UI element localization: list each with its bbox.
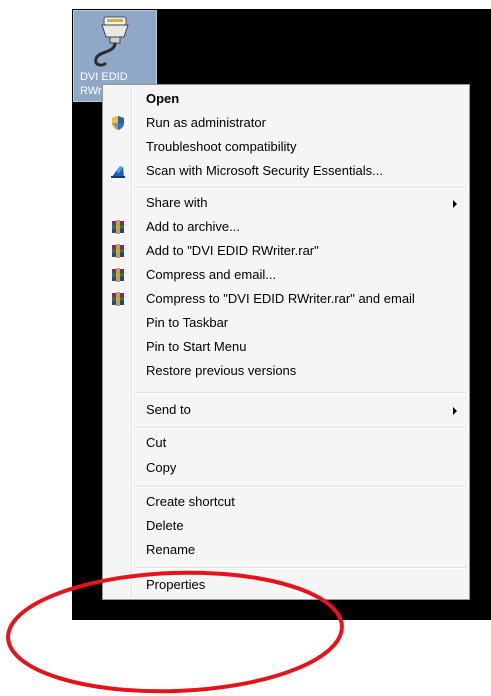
desktop-icon-label-line1: DVI EDID bbox=[80, 71, 128, 83]
menu-item-label: Cut bbox=[146, 435, 167, 450]
menu-item-label: Restore previous versions bbox=[146, 363, 297, 378]
menu-item-label: Add to archive... bbox=[146, 219, 240, 234]
menu-item-create-shortcut[interactable]: Create shortcut bbox=[105, 491, 467, 513]
menu-item-label: Pin to Taskbar bbox=[146, 315, 229, 330]
security-essentials-icon bbox=[111, 166, 125, 178]
context-menu: Open Run as administrator Troubleshoot c… bbox=[102, 84, 470, 600]
menu-item-troubleshoot-compatibility[interactable]: Troubleshoot compatibility bbox=[105, 136, 467, 158]
menu-item-pin-to-start-menu[interactable]: Pin to Start Menu bbox=[105, 336, 467, 358]
menu-separator bbox=[135, 187, 467, 189]
uac-shield-icon bbox=[112, 116, 124, 130]
menu-item-scan-security-essentials[interactable]: Scan with Microsoft Security Essentials.… bbox=[105, 160, 467, 182]
menu-item-delete[interactable]: Delete bbox=[105, 515, 467, 537]
menu-separator bbox=[135, 427, 467, 429]
menu-item-label: Properties bbox=[146, 577, 206, 592]
menu-item-label: Run as administrator bbox=[146, 115, 266, 130]
menu-item-cut[interactable]: Cut bbox=[105, 432, 467, 454]
menu-item-open[interactable]: Open bbox=[105, 88, 467, 110]
menu-item-label: Copy bbox=[146, 460, 177, 475]
menu-item-add-to-archive[interactable]: Add to archive... bbox=[105, 216, 467, 238]
menu-separator bbox=[135, 486, 467, 488]
menu-item-label: Scan with Microsoft Security Essentials.… bbox=[146, 163, 383, 178]
menu-item-properties[interactable]: Properties bbox=[105, 574, 467, 596]
menu-item-label: Troubleshoot compatibility bbox=[146, 139, 297, 154]
menu-item-restore-previous-versions[interactable]: Restore previous versions bbox=[105, 360, 467, 382]
menu-item-label: Rename bbox=[146, 542, 196, 557]
menu-item-share-with[interactable]: Share with bbox=[105, 192, 467, 214]
serial-cable-icon bbox=[94, 16, 129, 67]
menu-item-label: Open bbox=[146, 91, 180, 106]
winrar-icon bbox=[112, 220, 124, 234]
menu-separator bbox=[135, 567, 467, 569]
menu-item-add-to-rar[interactable]: Add to "DVI EDID RWriter.rar" bbox=[105, 240, 467, 262]
menu-item-compress-to-rar-and-email[interactable]: Compress to "DVI EDID RWriter.rar" and e… bbox=[105, 288, 467, 310]
winrar-icon bbox=[112, 292, 124, 306]
menu-item-rename[interactable]: Rename bbox=[105, 539, 467, 561]
submenu-arrow-icon bbox=[453, 407, 457, 415]
menu-item-label: Pin to Start Menu bbox=[146, 339, 247, 354]
menu-separator bbox=[135, 392, 467, 394]
menu-item-compress-and-email[interactable]: Compress and email... bbox=[105, 264, 467, 286]
menu-item-label: Share with bbox=[146, 195, 208, 210]
menu-item-label: Delete bbox=[146, 518, 184, 533]
menu-item-run-as-administrator[interactable]: Run as administrator bbox=[105, 112, 467, 134]
menu-item-label: Create shortcut bbox=[146, 494, 235, 509]
winrar-icon bbox=[112, 244, 124, 258]
menu-item-label: Add to "DVI EDID RWriter.rar" bbox=[146, 243, 319, 258]
menu-item-copy[interactable]: Copy bbox=[105, 457, 467, 479]
menu-item-label: Compress and email... bbox=[146, 267, 277, 282]
menu-item-send-to[interactable]: Send to bbox=[105, 399, 467, 421]
menu-item-pin-to-taskbar[interactable]: Pin to Taskbar bbox=[105, 312, 467, 334]
winrar-icon bbox=[112, 268, 124, 282]
menu-item-label: Send to bbox=[146, 402, 191, 417]
submenu-arrow-icon bbox=[453, 200, 457, 208]
menu-item-label: Compress to "DVI EDID RWriter.rar" and e… bbox=[146, 291, 415, 306]
